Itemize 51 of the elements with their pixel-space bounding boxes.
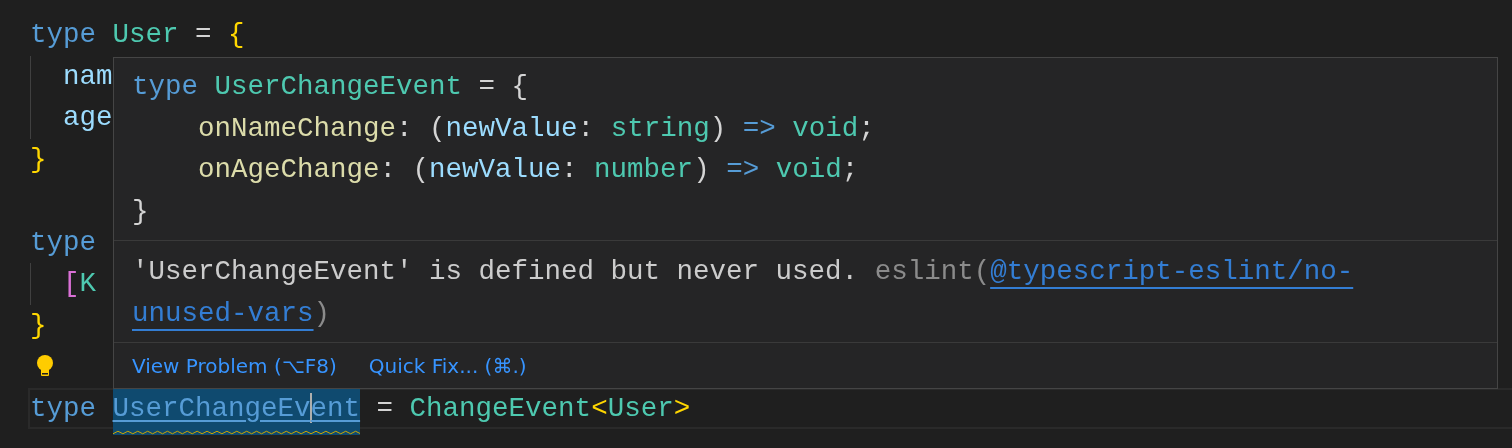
rule-link[interactable]: unused-vars <box>132 292 314 334</box>
code-token: = <box>195 18 212 53</box>
code-token: K <box>79 267 97 302</box>
code-token: => <box>726 153 760 188</box>
code-token: ) <box>693 153 710 188</box>
code-token: : <box>379 153 397 188</box>
code-token: nam <box>63 59 113 94</box>
action-link[interactable]: Quick Fix... (⌘.) <box>368 350 527 381</box>
code-token: => <box>742 111 776 146</box>
identifier-link[interactable]: UserChangeEvent <box>112 387 361 435</box>
code-token: { <box>511 70 529 105</box>
code-token: > <box>673 391 691 426</box>
code-token: ; <box>858 111 875 146</box>
code-token: < <box>591 391 608 426</box>
error-message: 'UserChangeEvent' is defined but never used. <box>132 255 859 289</box>
code-token: ChangeEvent <box>409 391 592 426</box>
code-token: string <box>610 111 710 146</box>
code-token: User <box>112 18 179 53</box>
code-token: newValue <box>429 153 562 188</box>
code-token: number <box>594 153 694 188</box>
code-token: User <box>607 391 674 426</box>
code-token: type <box>30 225 96 260</box>
code-token: [ <box>63 267 80 302</box>
code-token: } <box>30 142 47 177</box>
code-token: ) <box>709 111 727 146</box>
code-token: type <box>30 391 96 426</box>
code-token: : <box>577 111 595 146</box>
code-token: age <box>63 101 113 136</box>
code-token: = <box>376 391 394 426</box>
code-token: onNameChange <box>198 111 397 146</box>
code-token: ; <box>841 153 859 188</box>
code-token: } <box>30 308 47 343</box>
code-token: type <box>132 70 198 105</box>
code-token: : <box>561 153 578 188</box>
code-token: type <box>30 18 96 53</box>
action-link[interactable]: View Problem (⌥F8) <box>132 350 337 381</box>
rule-source: eslint( <box>874 255 991 289</box>
code-token: newValue <box>445 111 578 146</box>
code-token: void <box>775 153 842 188</box>
code-token: : <box>396 111 413 146</box>
code-token: onAgeChange <box>198 153 380 188</box>
code-token: } <box>132 194 149 229</box>
code-token: UserChangeEvent <box>214 70 463 105</box>
rule-link[interactable]: @typescript-eslint/no- <box>990 251 1354 293</box>
code-token: { <box>228 18 245 53</box>
code-token: ( <box>412 153 430 188</box>
code-token: ( <box>429 111 446 146</box>
code-token: void <box>792 111 859 146</box>
text-cursor <box>309 393 312 424</box>
closing-paren: ) <box>313 296 331 331</box>
code-token: = <box>478 70 496 105</box>
